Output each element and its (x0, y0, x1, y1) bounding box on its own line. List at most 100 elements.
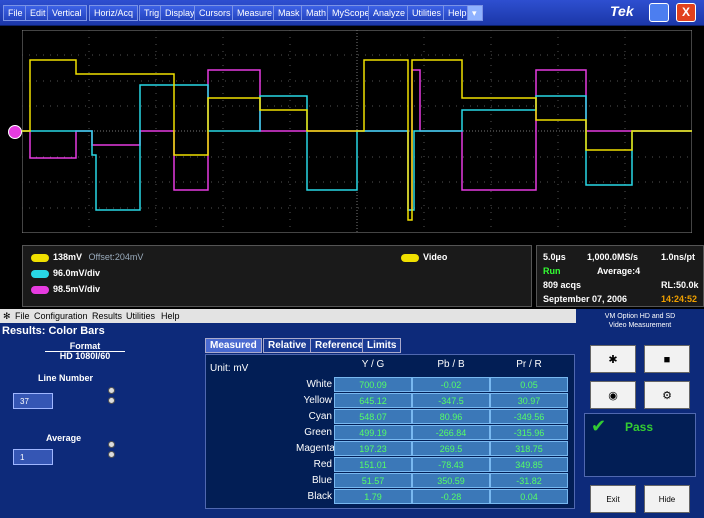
average-count: Average:4 (597, 266, 641, 276)
table-cell: 51.57 (334, 473, 412, 488)
table-cell: 499.19 (334, 425, 412, 440)
resolution: 1.0ns/pt (661, 252, 696, 262)
ch3-badge (31, 285, 49, 294)
table-cell: 548.07 (334, 409, 412, 424)
tab-limits[interactable]: Limits (362, 338, 402, 353)
ch1-marker[interactable] (8, 125, 22, 139)
run-icon[interactable]: ✱ (590, 345, 636, 373)
camera-icon[interactable]: ◉ (590, 381, 636, 409)
tek-logo: Tek (610, 3, 634, 19)
unit-label: Unit: mV (210, 363, 249, 374)
menu-vertical[interactable]: Vertical (47, 5, 87, 21)
table-cell: 318.75 (490, 441, 568, 456)
average-up-button[interactable] (108, 441, 115, 448)
menu-utilities[interactable]: Utilities (407, 5, 447, 21)
row-label: Cyan (308, 411, 332, 422)
table-cell: -78.43 (412, 457, 490, 472)
acquisitions: 809 acqs (543, 280, 582, 290)
ch3-readout[interactable]: 98.5mV/div (31, 284, 100, 294)
tab-relative[interactable]: Relative (263, 338, 312, 353)
stop-icon[interactable]: ■ (644, 345, 690, 373)
close-icon[interactable]: X (676, 3, 696, 22)
table-cell: 80.96 (412, 409, 490, 424)
menu-measure[interactable]: Measure (232, 5, 278, 21)
dropdown-arrow-icon[interactable]: ▾ (467, 5, 483, 21)
horizontal-readout[interactable]: 5.0µs 1,000.0MS/s 1.0ns/pt Run Average:4… (536, 245, 704, 307)
average-down-button[interactable] (108, 451, 115, 458)
ch2-readout[interactable]: 96.0mV/div (31, 268, 100, 278)
ch1-badge (31, 253, 49, 262)
line-up-button[interactable] (108, 387, 115, 394)
app-logo-icon: ✻ (3, 311, 11, 321)
row-label: Green (304, 427, 332, 438)
page-title: Results: Color Bars (2, 325, 105, 337)
format-value: HD 1080I/60 (59, 351, 111, 361)
time-per-div: 5.0µs (543, 252, 566, 262)
row-label: White (306, 379, 332, 390)
status-text: Pass (625, 420, 654, 434)
menu-analyze[interactable]: Analyze (368, 5, 411, 21)
ch1-readout[interactable]: 138mV Offset:204mV (31, 252, 143, 262)
table-cell: -315.96 (490, 425, 568, 440)
app-menu-results[interactable]: Results (92, 309, 122, 323)
app-menu-help[interactable]: Help (161, 309, 180, 323)
row-label: Blue (311, 475, 332, 486)
tab-reference[interactable]: Reference (310, 338, 369, 353)
trigger-readout[interactable]: Video (401, 252, 447, 262)
status-box: ✔ Pass (584, 413, 696, 477)
hide-button[interactable]: Hide (644, 485, 690, 513)
sample-rate: 1,000.0MS/s (587, 252, 639, 262)
table-cell: -0.28 (412, 489, 490, 504)
table-cell: 151.01 (334, 457, 412, 472)
table-cell: 0.04 (490, 489, 568, 504)
settings-icon[interactable]: ⚙ (644, 381, 690, 409)
table-cell: 0.05 (490, 377, 568, 392)
date: September 07, 2006 (543, 294, 628, 304)
col-pr-r: Pr / R (516, 359, 542, 370)
table-cell: 1.79 (334, 489, 412, 504)
trigger-badge (401, 253, 419, 262)
line-down-button[interactable] (108, 397, 115, 404)
vm-side-panel: VM Option HD and SD Video Measurement ✱ … (576, 309, 704, 518)
time: 14:24:52 (661, 294, 698, 304)
app-menu-configuration[interactable]: Configuration (34, 309, 88, 323)
exit-button[interactable]: Exit (590, 485, 636, 513)
row-label: Magenta (296, 443, 335, 454)
col-pb-b: Pb / B (437, 359, 465, 370)
color-bar-table: Unit: mV Y / G Pb / B Pr / R White 700.09… (205, 354, 575, 509)
results-panel: Measured Relative Reference Limits Unit:… (205, 323, 576, 518)
menu-cursors[interactable]: Cursors (194, 5, 236, 21)
ch1-offset: Offset:204mV (88, 252, 144, 262)
menu-mask[interactable]: Mask (273, 5, 305, 21)
row-label: Black (307, 491, 332, 502)
vm-title-2: Video Measurement (608, 322, 672, 329)
row-label: Red (313, 459, 332, 470)
table-cell: 700.09 (334, 377, 412, 392)
menu-file[interactable]: File (3, 5, 28, 21)
table-cell: -31.82 (490, 473, 568, 488)
settings-panel: Results: Color Bars Format HD 1080I/60 L… (0, 323, 205, 518)
checkmark-icon: ✔ (591, 416, 607, 436)
menu-horiz-acq[interactable]: Horiz/Acq (89, 5, 139, 21)
run-state: Run (543, 266, 561, 276)
col-y-g: Y / G (361, 359, 385, 370)
table-cell: 30.97 (490, 393, 568, 408)
table-cell: 349.85 (490, 457, 568, 472)
channel-readouts: 138mV Offset:204mV 96.0mV/div 98.5mV/div… (22, 245, 532, 307)
vm-title-1: VM Option HD and SD (604, 313, 676, 320)
minimize-icon[interactable] (649, 3, 669, 22)
line-number-field[interactable]: 37 (13, 393, 53, 409)
waveform-graticule (22, 30, 692, 233)
table-cell: 197.23 (334, 441, 412, 456)
tab-measured[interactable]: Measured (205, 338, 262, 353)
app-menu-file[interactable]: File (15, 309, 30, 323)
vm-application: ✻ File Configuration Results Utilities H… (0, 309, 576, 518)
app-menubar: ✻ File Configuration Results Utilities H… (0, 309, 576, 323)
table-cell: -266.84 (412, 425, 490, 440)
app-menu-utilities[interactable]: Utilities (126, 309, 155, 323)
scope-menubar: File Edit Vertical Horiz/Acq Trig Displa… (0, 0, 704, 26)
average-field[interactable]: 1 (13, 449, 53, 465)
ch2-badge (31, 269, 49, 278)
table-cell: -0.02 (412, 377, 490, 392)
table-cell: -347.5 (412, 393, 490, 408)
